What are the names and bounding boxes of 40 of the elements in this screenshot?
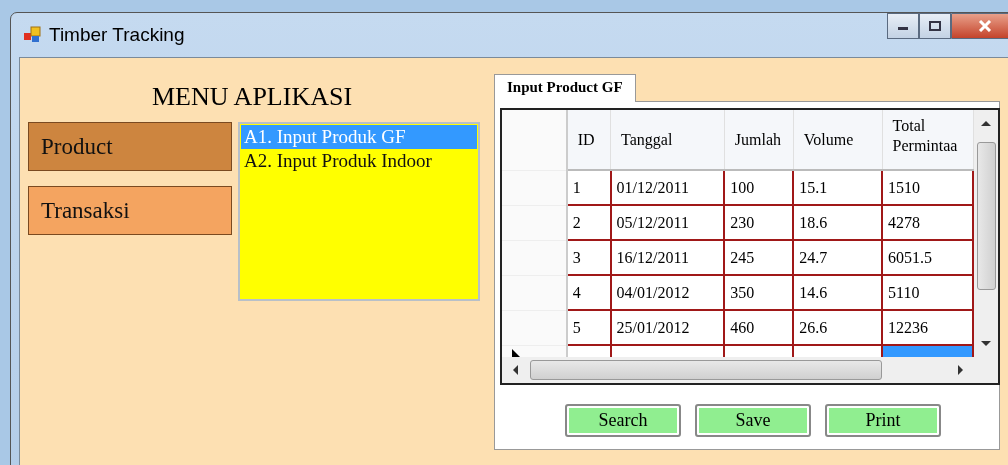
table-cell: 16/12/2011	[610, 240, 725, 275]
table-cell: 100	[724, 170, 794, 205]
table-cell: 1	[566, 170, 611, 205]
table-cell: 25/01/2012	[610, 310, 725, 345]
table-cell: 350	[724, 275, 794, 310]
table-cell: 2	[566, 205, 611, 240]
maximize-icon	[929, 21, 941, 31]
table-cell: 26.6	[793, 310, 883, 345]
table-cell: 4	[566, 275, 611, 310]
menu-button[interactable]: Transaksi	[28, 186, 232, 235]
maximize-button[interactable]	[919, 13, 951, 39]
column-header[interactable]: Jumlah	[724, 110, 794, 170]
action-button[interactable]: Save	[695, 404, 811, 437]
table-cell: 15.1	[793, 170, 883, 205]
table-cell: 3	[566, 240, 611, 275]
column-header[interactable]: Tanggal	[610, 110, 725, 170]
minimize-button[interactable]	[887, 13, 919, 39]
close-button[interactable]	[951, 13, 1008, 39]
tab[interactable]: Input Product GF	[494, 74, 636, 102]
table-cell: 230	[724, 205, 794, 240]
list-item[interactable]: A2. Input Produk Indoor	[241, 149, 477, 173]
table-cell: 01/12/2011	[610, 170, 725, 205]
menu-title: MENU APLIKASI	[152, 82, 354, 113]
close-icon	[978, 20, 992, 32]
table-cell: 460	[724, 310, 794, 345]
menu-button[interactable]: Product	[28, 122, 232, 171]
column-header[interactable]: Volume	[793, 110, 883, 170]
column-header[interactable]: ID	[566, 110, 611, 170]
table-cell: 05/12/2011	[610, 205, 725, 240]
column-header[interactable]: Total Permintaa	[882, 110, 973, 170]
table-cell: 18.6	[793, 205, 883, 240]
table-cell: 14.6	[793, 275, 883, 310]
app-icon	[23, 26, 41, 44]
action-button[interactable]: Print	[825, 404, 941, 437]
window-title: Timber Tracking	[49, 24, 185, 46]
table-cell: 24.7	[793, 240, 883, 275]
table-cell: 04/01/2012	[610, 275, 725, 310]
table-cell: 245	[724, 240, 794, 275]
action-button[interactable]: Search	[565, 404, 681, 437]
table-cell: 5	[566, 310, 611, 345]
